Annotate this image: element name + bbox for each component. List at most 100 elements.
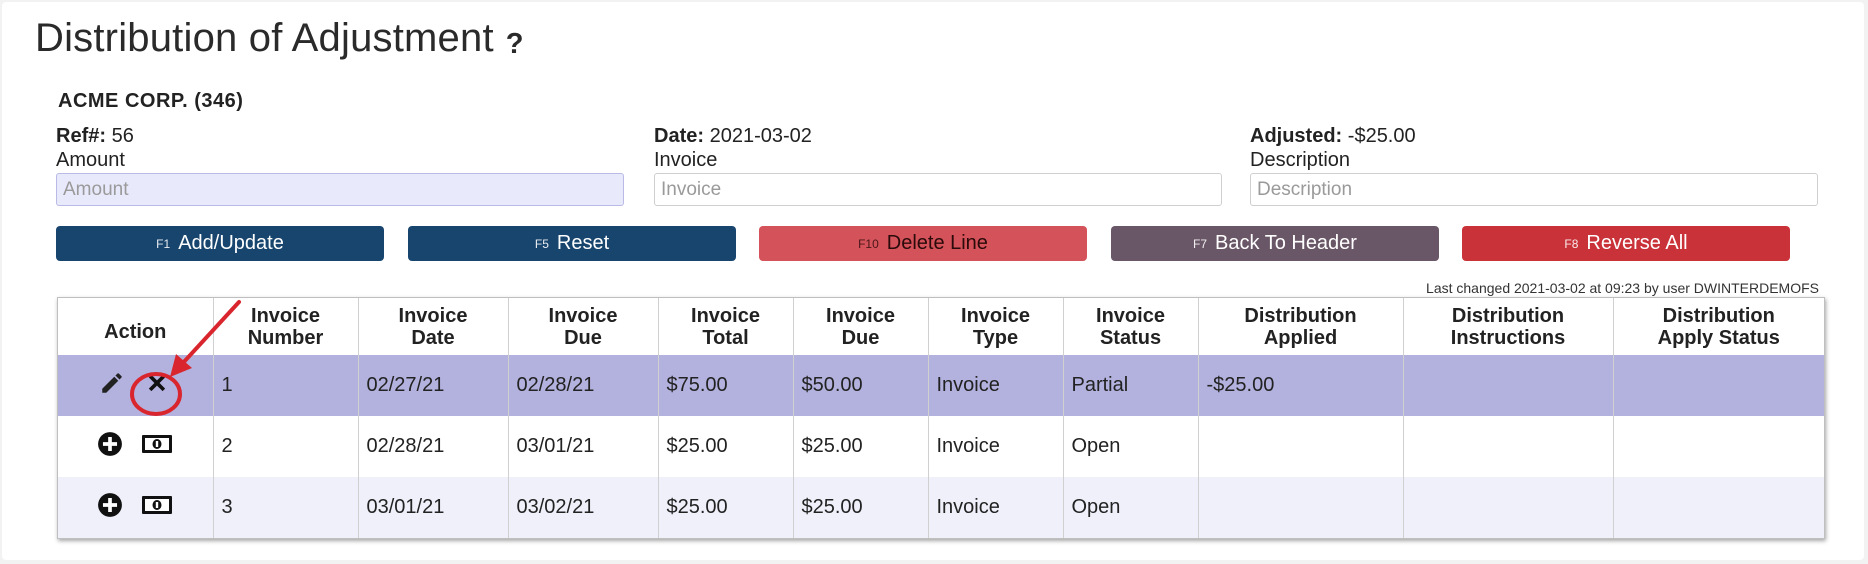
- ref-label: Ref#:: [56, 125, 107, 147]
- cell-invoice-due-date: 02/28/21: [508, 355, 659, 416]
- back-to-header-label: Back To Header: [1215, 232, 1357, 254]
- adjusted-label: Adjusted:: [1250, 125, 1343, 147]
- col-header-line1: Invoice: [691, 304, 760, 327]
- col-header-line1: Invoice: [398, 304, 468, 327]
- add-update-button[interactable]: F1 Add/Update: [56, 226, 384, 261]
- cell-distribution-apply-status: [1613, 355, 1824, 416]
- pencil-icon[interactable]: [99, 370, 125, 402]
- col-header-distribution-apply-status[interactable]: Distribution Apply Status: [1613, 298, 1824, 355]
- col-header-invoice-due-date[interactable]: Invoice Due: [508, 298, 659, 355]
- adjusted-column: Adjusted: -$25.00 Description: [1250, 124, 1818, 206]
- cell-distribution-applied: [1198, 477, 1404, 538]
- cell-distribution-apply-status: [1613, 416, 1824, 477]
- add-update-label: Add/Update: [178, 232, 284, 254]
- row-actions: [58, 416, 214, 477]
- help-icon[interactable]: ?: [506, 28, 524, 60]
- col-header-line2: Apply Status: [1657, 326, 1780, 349]
- cell-distribution-applied: [1198, 416, 1404, 477]
- cell-invoice-status: Open: [1063, 477, 1199, 538]
- ref-meta: Ref#: 56: [56, 124, 624, 148]
- cell-distribution-instructions: [1403, 416, 1614, 477]
- add-update-shortcut: F1: [156, 237, 171, 251]
- col-header-line2: Due: [841, 326, 880, 349]
- back-to-header-shortcut: F7: [1193, 237, 1208, 251]
- table-row[interactable]: 2 02/28/21 03/01/21 $25.00 $25.00 Invoic…: [58, 416, 1824, 477]
- adjusted-meta: Adjusted: -$25.00: [1250, 124, 1818, 148]
- col-header-line2: Date: [411, 326, 455, 349]
- page-title-text: Distribution of Adjustment: [35, 16, 494, 60]
- reverse-all-shortcut: F8: [1564, 237, 1579, 251]
- table-row[interactable]: 1 02/27/21 02/28/21 $75.00 $50.00 Invoic…: [58, 355, 1824, 416]
- col-header-line1: Invoice: [961, 304, 1030, 327]
- col-header-line2: Status: [1099, 326, 1162, 349]
- col-header-invoice-number[interactable]: Invoice Number: [213, 298, 359, 355]
- plus-icon[interactable]: [97, 492, 123, 524]
- description-input[interactable]: [1250, 173, 1818, 206]
- amount-label: Amount: [56, 149, 125, 171]
- col-header-line1: Invoice: [1096, 304, 1165, 327]
- distribution-grid: Action Invoice Number Invoice Date Invoice…: [57, 297, 1825, 539]
- col-header-line2: Applied: [1263, 326, 1338, 349]
- cell-invoice-status: Partial: [1063, 355, 1199, 416]
- cell-invoice-number: 2: [213, 416, 359, 477]
- cell-invoice-total: $75.00: [658, 355, 794, 416]
- company-name: ACME CORP. (346): [58, 90, 244, 112]
- col-header-line1: Invoice: [826, 304, 895, 327]
- col-header-invoice-type[interactable]: Invoice Type: [928, 298, 1064, 355]
- page-title: Distribution of Adjustment?: [35, 16, 524, 61]
- reset-shortcut: F5: [534, 237, 549, 251]
- date-label: Date:: [654, 125, 705, 147]
- back-to-header-button[interactable]: F7 Back To Header: [1111, 226, 1439, 261]
- description-label: Description: [1250, 149, 1351, 171]
- cell-distribution-instructions: [1403, 355, 1614, 416]
- col-header-distribution-instructions[interactable]: Distribution Instructions: [1403, 298, 1614, 355]
- col-header-invoice-status[interactable]: Invoice Status: [1063, 298, 1199, 355]
- date-value: 2021-03-02: [709, 125, 812, 147]
- table-row[interactable]: 3 03/01/21 03/02/21 $25.00 $25.00 Invoic…: [58, 477, 1824, 538]
- reverse-all-button[interactable]: F8 Reverse All: [1462, 226, 1790, 261]
- cell-invoice-total: $25.00: [658, 416, 794, 477]
- reset-button[interactable]: F5 Reset: [408, 226, 736, 261]
- row-actions: [58, 355, 214, 416]
- col-header-invoice-date[interactable]: Invoice Date: [358, 298, 509, 355]
- cell-invoice-number: 1: [213, 355, 359, 416]
- cell-invoice-due-date: 03/02/21: [508, 477, 659, 538]
- cell-invoice-date: 02/28/21: [358, 416, 509, 477]
- ref-value: 56: [111, 125, 134, 147]
- date-column: Date: 2021-03-02 Invoice: [654, 124, 1222, 206]
- delete-line-shortcut: F10: [858, 237, 879, 251]
- col-header-line1: Distribution: [1451, 304, 1565, 327]
- row-actions: [58, 477, 214, 538]
- cell-distribution-applied: -$25.00: [1198, 355, 1404, 416]
- cell-invoice-due-amount: $25.00: [793, 477, 929, 538]
- cell-distribution-instructions: [1403, 477, 1614, 538]
- col-header-line2: Type: [972, 326, 1019, 349]
- money-icon[interactable]: [141, 494, 173, 522]
- delete-line-label: Delete Line: [886, 232, 988, 254]
- cell-invoice-date: 03/01/21: [358, 477, 509, 538]
- main-panel: Distribution of Adjustment? ACME CORP. (…: [2, 2, 1864, 560]
- invoice-label: Invoice: [654, 149, 718, 171]
- cell-invoice-number: 3: [213, 477, 359, 538]
- col-header-line2: Number: [247, 326, 324, 349]
- invoice-input[interactable]: [654, 173, 1222, 206]
- col-header-distribution-applied[interactable]: Distribution Applied: [1198, 298, 1404, 355]
- col-header-line1: Invoice: [251, 304, 320, 327]
- col-header-invoice-due-amount[interactable]: Invoice Due: [793, 298, 929, 355]
- money-icon[interactable]: [141, 433, 173, 461]
- cell-invoice-status: Open: [1063, 416, 1199, 477]
- col-header-invoice-total[interactable]: Invoice Total: [658, 298, 794, 355]
- adjusted-value: -$25.00: [1347, 125, 1416, 147]
- cell-invoice-due-amount: $25.00: [793, 416, 929, 477]
- distribution-table: Action Invoice Number Invoice Date Invoice…: [58, 298, 1824, 538]
- date-meta: Date: 2021-03-02: [654, 124, 1222, 148]
- remove-icon[interactable]: [143, 369, 171, 403]
- last-changed-text: Last changed 2021-03-02 at 09:23 by user…: [1426, 280, 1819, 296]
- cell-invoice-type: Invoice: [928, 477, 1064, 538]
- amount-input[interactable]: [56, 173, 624, 206]
- plus-icon[interactable]: [97, 431, 123, 463]
- delete-line-button[interactable]: F10 Delete Line: [759, 226, 1087, 261]
- col-header-line2: Due: [564, 326, 602, 349]
- cell-invoice-type: Invoice: [928, 355, 1064, 416]
- col-header-line1: Invoice: [548, 304, 618, 327]
